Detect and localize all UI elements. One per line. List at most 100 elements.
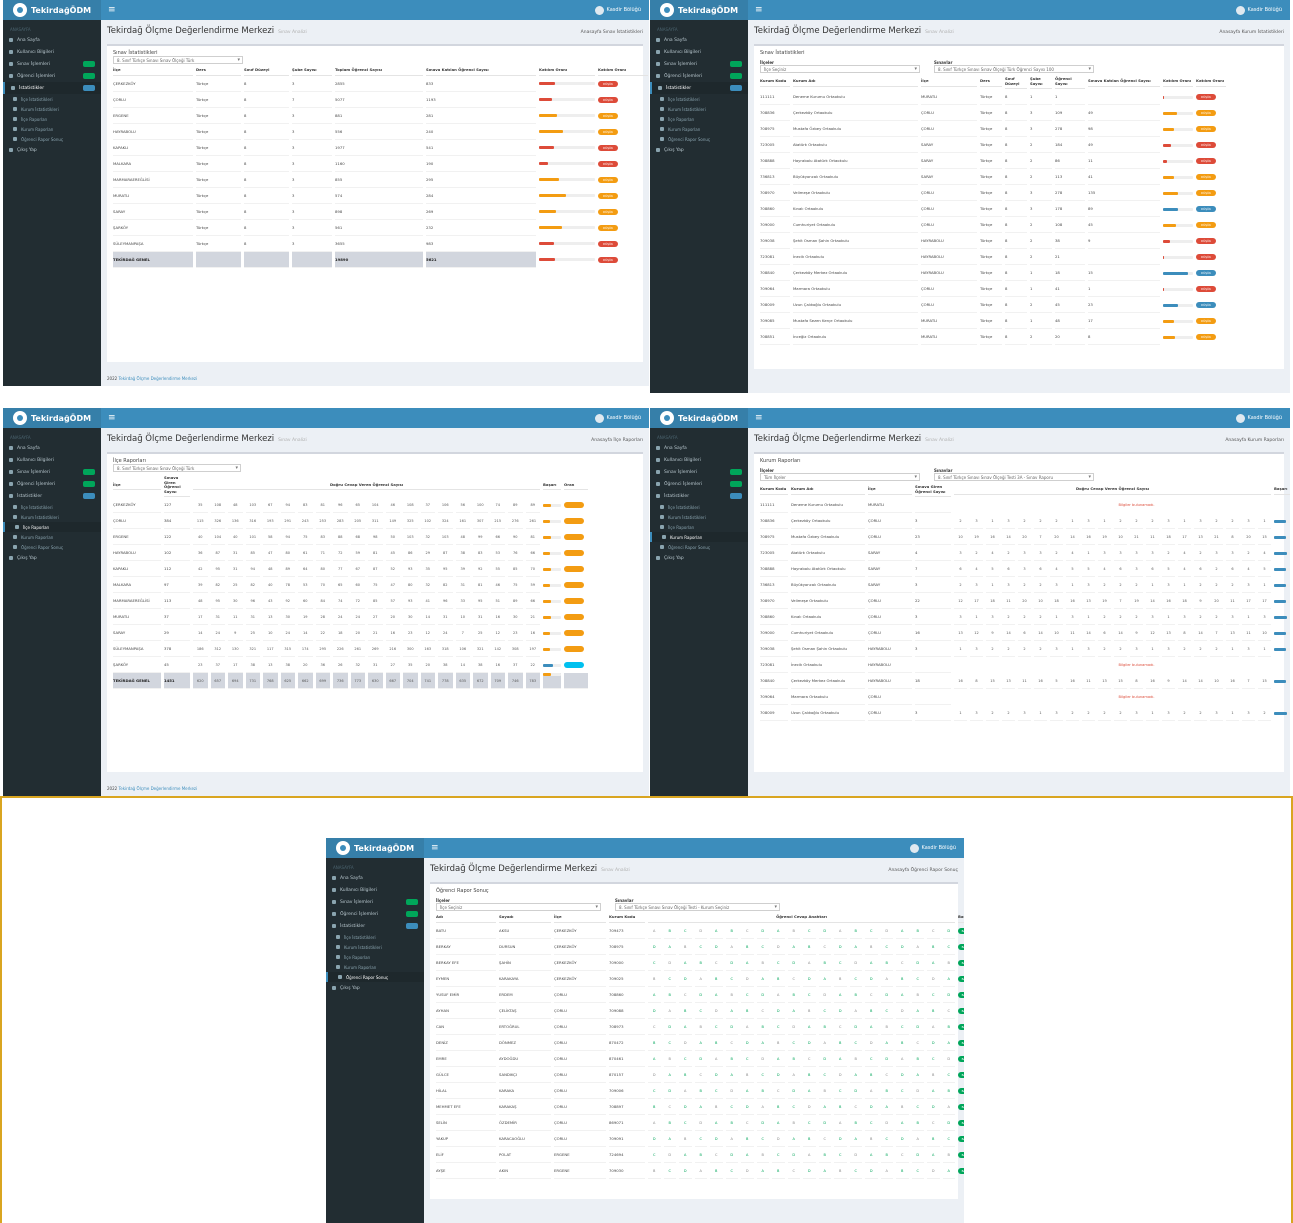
sidebar-item-chart[interactable]: İlçe İstatistikleri xyxy=(326,932,424,942)
sidebar-item-student[interactable]: Öğrenci İşlemleri xyxy=(650,70,748,82)
rate-bar-fill xyxy=(539,226,562,229)
sidebar-item-user[interactable]: Kullanıcı Bilgileri xyxy=(650,454,748,466)
sidebar-item-report[interactable]: Öğrenci Rapor Sonuç xyxy=(3,542,101,552)
sidebar-item-exam[interactable]: Sınav İşlemleri xyxy=(3,466,101,478)
menu-toggle-icon[interactable]: ≡ xyxy=(431,843,439,853)
question-correct-count: 205 xyxy=(350,513,365,529)
sidebar-item-student[interactable]: Öğrenci İşlemleri xyxy=(326,908,424,920)
ilce-select[interactable]: İlçe Seçiniz xyxy=(760,65,920,73)
exam-select[interactable]: 8. Sınıf Türkçe Sınavı Sınav Ölçeği Test… xyxy=(615,903,780,911)
n-cell: 113 xyxy=(164,593,190,609)
sidebar-item-report[interactable]: İlçe Raporları xyxy=(3,522,101,532)
menu-toggle-icon[interactable]: ≡ xyxy=(755,5,763,15)
soyad-cell: KARAKAYA xyxy=(499,971,551,987)
exam-select[interactable]: 8. Sınıf Türkçe Sınavı Sınav Ölçeği Türk… xyxy=(934,65,1094,73)
sidebar-item-logout[interactable]: Çıkış Yap xyxy=(3,552,101,564)
sidebar-item-report[interactable]: Kurum Raporları xyxy=(326,962,424,972)
sidebar-item-report[interactable]: İlçe Raporları xyxy=(326,952,424,962)
sidebar: ANASAYFA Ana Sayfa Kullanıcı Bilgileri Sına… xyxy=(650,428,748,796)
sidebar-item-logout[interactable]: Çıkış Yap xyxy=(650,144,748,156)
sidebar-item-report[interactable]: İlçe Raporları xyxy=(3,114,101,124)
sidebar-item-report[interactable]: Kurum Raporları xyxy=(3,124,101,134)
sidebar-item-report[interactable]: Öğrenci Rapor Sonuç xyxy=(3,134,101,144)
sidebar-item-chart[interactable]: Kurum İstatistikleri xyxy=(650,104,748,114)
menu-toggle-icon[interactable]: ≡ xyxy=(108,413,116,423)
sidebar-item-chart[interactable]: İstatistikler xyxy=(326,920,424,932)
breadcrumb[interactable]: Anasayfa Öğrenci Rapor Sonuç xyxy=(888,868,958,873)
sidebar-item-logout[interactable]: Çıkış Yap xyxy=(650,552,748,564)
sidebar-item-exam[interactable]: Sınav İşlemleri xyxy=(3,58,101,70)
sidebar-item-chart[interactable]: İlçe İstatistikleri xyxy=(3,502,101,512)
user-menu[interactable]: Kasdir Bölüğü xyxy=(909,843,956,853)
student-answer: A xyxy=(880,1035,893,1051)
sidebar-item-home[interactable]: Ana Sayfa xyxy=(3,442,101,454)
sidebar-item-student[interactable]: Öğrenci İşlemleri xyxy=(3,70,101,82)
breadcrumb[interactable]: Anasayfa Kurum İstatistikleri xyxy=(1219,30,1284,35)
question-correct-count: 88 xyxy=(333,529,348,545)
app-logo[interactable]: TekirdağÖDM xyxy=(650,0,748,20)
user-menu[interactable]: Kasdir Bölüğü xyxy=(1235,5,1282,15)
user-menu[interactable]: Kasdir Bölüğü xyxy=(594,5,641,15)
app-logo[interactable]: TekirdağÖDM xyxy=(3,408,101,428)
menu-toggle-icon[interactable]: ≡ xyxy=(755,413,763,423)
sidebar-item-user[interactable]: Kullanıcı Bilgileri xyxy=(326,884,424,896)
sidebar-item-exam[interactable]: Sınav İşlemleri xyxy=(326,896,424,908)
student-answer: C xyxy=(942,1003,955,1019)
sidebar-item-chart[interactable]: Kurum İstatistikleri xyxy=(3,104,101,114)
sidebar-item-home[interactable]: Ana Sayfa xyxy=(3,34,101,46)
sidebar-item-logout[interactable]: Çıkış Yap xyxy=(326,982,424,994)
sidebar-item-exam[interactable]: Sınav İşlemleri xyxy=(650,58,748,70)
question-correct-count: 16 xyxy=(1146,673,1159,689)
sidebar-item-chart[interactable]: İstatistikler xyxy=(3,490,101,502)
breadcrumb[interactable]: Anasayfa İlçe Raporları xyxy=(591,438,643,443)
ilce-select[interactable]: İlçe Seçiniz xyxy=(436,903,601,911)
ad-cell: Atatürk Ortaokulu xyxy=(791,545,865,561)
sidebar-item-chart[interactable]: İstatistikler xyxy=(650,490,748,502)
sidebar-item-exam[interactable]: Sınav İşlemleri xyxy=(650,466,748,478)
sidebar-item-chart[interactable]: Kurum İstatistikleri xyxy=(326,942,424,952)
ogr-cell: 278 xyxy=(1055,185,1085,201)
sidebar-item-report[interactable]: Öğrenci Rapor Sonuç xyxy=(650,134,748,144)
sidebar-item-home[interactable]: Ana Sayfa xyxy=(326,872,424,884)
sidebar-item-chart[interactable]: İstatistikler xyxy=(3,82,101,94)
breadcrumb[interactable]: Anasayfa Kurum Raporları xyxy=(1225,438,1284,443)
footer-link[interactable]: Tekirdağ Ölçme Değerlendirme Merkezi xyxy=(118,786,197,791)
sidebar-item-report[interactable]: Öğrenci Rapor Sonuç xyxy=(650,542,748,552)
sidebar-item-user[interactable]: Kullanıcı Bilgileri xyxy=(650,46,748,58)
app-logo[interactable]: TekirdağÖDM xyxy=(650,408,748,428)
sidebar-item-report[interactable]: Kurum Raporları xyxy=(3,532,101,542)
sidebar-item-student[interactable]: Öğrenci İşlemleri xyxy=(650,478,748,490)
sidebar-item-logout[interactable]: Çıkış Yap xyxy=(3,144,101,156)
ilce-select[interactable]: Tüm İlçeler xyxy=(760,473,920,481)
app-logo[interactable]: TekirdağÖDM xyxy=(3,0,101,20)
user-menu[interactable]: Kasdir Bölüğü xyxy=(594,413,641,423)
exam-select[interactable]: 8. Sınıf Türkçe Sınavı Sınav Ölçeği Türk xyxy=(113,56,243,64)
sidebar-item-chart[interactable]: İlçe İstatistikleri xyxy=(650,502,748,512)
exam-select[interactable]: 8. Sınıf Türkçe Sınavı Sınav Ölçeği Türk xyxy=(113,464,241,472)
sidebar-item-chart[interactable]: İlçe İstatistikleri xyxy=(3,94,101,104)
app-logo[interactable]: TekirdağÖDM xyxy=(326,838,424,858)
sidebar-item-report[interactable]: Kurum Raporları xyxy=(650,124,748,134)
sidebar-item-report[interactable]: Öğrenci Rapor Sonuç xyxy=(326,972,424,982)
sidebar-item-chart[interactable]: Kurum İstatistikleri xyxy=(650,512,748,522)
sidebar-item-student[interactable]: Öğrenci İşlemleri xyxy=(3,478,101,490)
footer-link[interactable]: Tekirdağ Ölçme Değerlendirme Merkezi xyxy=(118,376,197,381)
sidebar-item-chart[interactable]: İstatistikler xyxy=(650,82,748,94)
sidebar-item-chart[interactable]: İlçe İstatistikleri xyxy=(650,94,748,104)
sidebar-item-chart[interactable]: Kurum İstatistikleri xyxy=(3,512,101,522)
menu-toggle-icon[interactable]: ≡ xyxy=(108,5,116,15)
sidebar-item-user[interactable]: Kullanıcı Bilgileri xyxy=(3,454,101,466)
sidebar-item-report[interactable]: Kurum Raporları xyxy=(650,532,748,542)
user-menu[interactable]: Kasdir Bölüğü xyxy=(1235,413,1282,423)
student-answer: A xyxy=(694,1099,707,1115)
sidebar-item-report[interactable]: İlçe Raporları xyxy=(650,522,748,532)
sidebar-item-home[interactable]: Ana Sayfa xyxy=(650,442,748,454)
breadcrumb[interactable]: Anasayfa Sınav İstatistikleri xyxy=(581,30,643,35)
kod-cell: 708975 xyxy=(760,529,788,545)
question-correct-count: 3 xyxy=(1130,705,1143,721)
sidebar-item-report[interactable]: İlçe Raporları xyxy=(650,114,748,124)
exam-select[interactable]: 8. Sınıf Türkçe Sınavı Sınav Ölçeği Test… xyxy=(934,473,1094,481)
sidebar-item-home[interactable]: Ana Sayfa xyxy=(650,34,748,46)
sidebar-item-user[interactable]: Kullanıcı Bilgileri xyxy=(3,46,101,58)
student-report-table: Adı Soyadı İlçe Kurum Kodu Öğrenci Cevap Ana… xyxy=(436,914,964,1179)
